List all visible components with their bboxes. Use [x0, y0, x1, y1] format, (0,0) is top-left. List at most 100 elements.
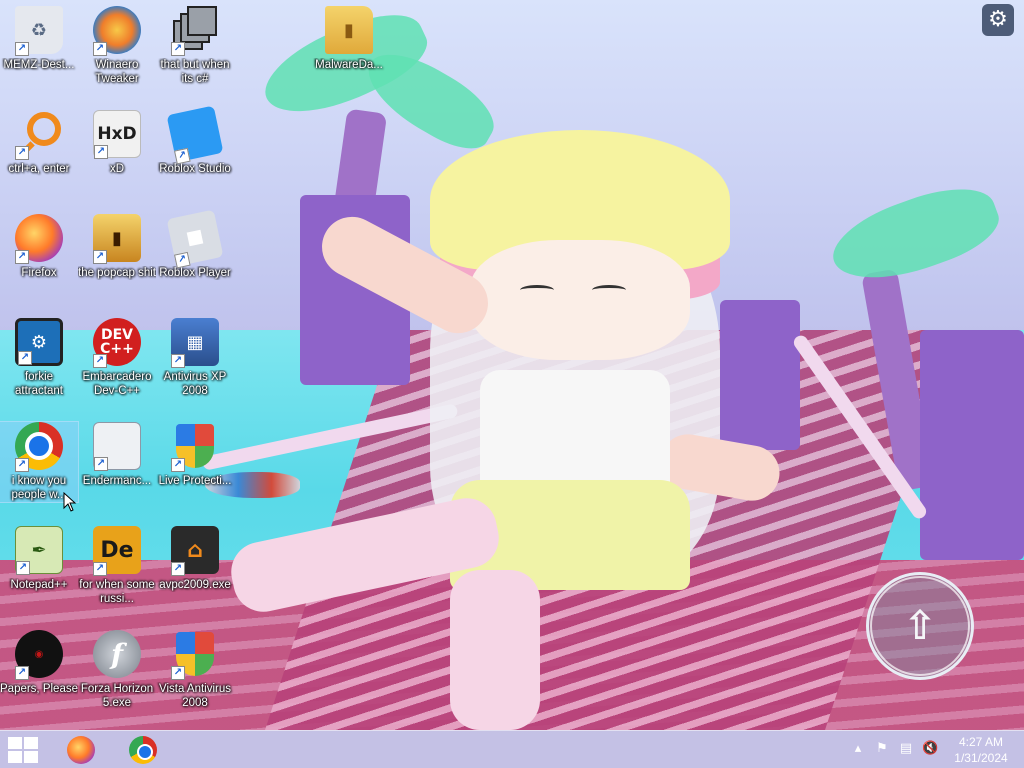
- desktop-icon-label: Antivirus XP 2008: [163, 371, 227, 397]
- chrome-icon: ↗: [15, 422, 63, 472]
- shortcut-arrow-icon: ↗: [94, 145, 108, 159]
- gear-icon: ⚙: [988, 7, 1008, 32]
- folder-icon: ▮ ↗: [93, 214, 141, 264]
- desktop-icon-notepad-plus-plus[interactable]: ✒ ↗ Notepad++: [0, 526, 78, 592]
- shield-icon: ↗: [171, 422, 219, 472]
- wallpaper-post: [920, 330, 1024, 560]
- roblox-player-icon: ↗: [166, 209, 224, 269]
- desktop-icon-label: xD: [109, 163, 125, 175]
- taskbar-chrome[interactable]: [125, 734, 161, 766]
- shortcut-arrow-icon: ↗: [93, 250, 107, 264]
- desktop-icon-i-know-you-people[interactable]: ↗ i know you people w...: [0, 421, 79, 503]
- shortcut-arrow-icon: ↗: [174, 147, 191, 165]
- desktop-icon-endermanch[interactable]: ↗ Endermanc...: [78, 422, 156, 488]
- action-center-flag-icon[interactable]: ⚑: [874, 741, 890, 757]
- desktop-icon-roblox-studio[interactable]: ↗ Roblox Studio: [156, 105, 234, 176]
- desktop-icon-malwaredatabase[interactable]: ▮ MalwareDa...: [310, 6, 388, 72]
- desktop-icon-live-protection[interactable]: ↗ Live Protecti...: [156, 422, 234, 488]
- firefox-icon: ↗: [15, 214, 63, 264]
- desktop-icon-memz-destructive[interactable]: ♻ ↗ MEMZ-Dest...: [0, 6, 78, 72]
- desktop-icon-label: avpc2009.exe: [159, 579, 231, 591]
- desktop-icon-forza-horizon-5[interactable]: f Forza Horizon 5.exe: [78, 630, 156, 710]
- roblox-studio-icon: ↗: [166, 105, 224, 165]
- desktop-icon-papers-please[interactable]: ◉ ↗ Papers, Please: [0, 630, 78, 696]
- desktop-icon-label: that but when its c#: [160, 59, 230, 85]
- antivirus-xp-icon: ▦ ↗: [171, 318, 219, 368]
- desktop-icon-label: for when some russi...: [79, 579, 155, 605]
- shield-icon: ↗: [171, 630, 219, 680]
- start-button[interactable]: [8, 737, 38, 763]
- shortcut-arrow-icon: ↗: [171, 42, 185, 56]
- wallpaper-character-eye: [592, 285, 626, 295]
- shortcut-arrow-icon: ↗: [93, 42, 107, 56]
- papers-please-icon: ◉ ↗: [15, 630, 63, 680]
- desktop-icon-winaero-tweaker[interactable]: ↗ Winaero Tweaker: [78, 6, 156, 86]
- desktop-icon-avpc2009[interactable]: ⌂ ↗ avpc2009.exe: [156, 526, 234, 592]
- shortcut-arrow-icon: ↗: [171, 354, 185, 368]
- flash-glyph: f: [110, 637, 124, 671]
- notepadpp-icon: ✒ ↗: [15, 526, 63, 575]
- shortcut-arrow-icon: ↗: [174, 251, 191, 269]
- desktop-icon-embarcadero-dev-cpp[interactable]: DEV C++ ↗ Embarcadero Dev-C++: [78, 318, 156, 398]
- taskbar-clock[interactable]: 4:27 AM 1/31/2024: [948, 734, 1014, 766]
- desktop-icon-label: forkie attractant: [15, 371, 63, 397]
- shortcut-arrow-icon: ↗: [15, 458, 29, 472]
- chrome-icon: [129, 736, 157, 764]
- clock-date: 1/31/2024: [954, 751, 1008, 765]
- shortcut-arrow-icon: ↗: [171, 666, 185, 680]
- desktop-icon-label: MEMZ-Dest...: [3, 59, 75, 71]
- recycle-bin-icon: ♻ ↗: [15, 6, 63, 56]
- desktop-icon-label: Roblox Player: [159, 267, 231, 279]
- desktop-icon-forkie-attractant[interactable]: ⚙ ↗ forkie attractant: [0, 318, 78, 398]
- shortcut-arrow-icon: ↗: [171, 562, 185, 576]
- desktop-icon-that-but-when-its-csharp[interactable]: ↗ that but when its c#: [156, 6, 234, 86]
- shortcut-arrow-icon: ↗: [18, 351, 32, 365]
- windows-logo-icon: [24, 737, 38, 749]
- clock-time: 4:27 AM: [958, 735, 1004, 749]
- shortcut-arrow-icon: ↗: [171, 458, 185, 472]
- hxd-glyph: HxD: [97, 124, 137, 144]
- shortcut-arrow-icon: ↗: [16, 561, 30, 575]
- desktop-icon-firefox[interactable]: ↗ Firefox: [0, 214, 78, 280]
- volume-muted-icon[interactable]: 🔇: [922, 741, 938, 757]
- devcpp-glyph: DEV C++: [100, 327, 134, 357]
- desktop-icon-for-when-some-russian[interactable]: De ↗ for when some russi...: [78, 526, 156, 606]
- desktop-icon-antivirus-xp-2008[interactable]: ▦ ↗ Antivirus XP 2008: [156, 318, 234, 398]
- desktop-icon-label: Vista Antivirus 2008: [158, 683, 231, 709]
- firefox-icon: [67, 736, 95, 764]
- shortcut-arrow-icon: ↗: [15, 42, 29, 56]
- shortcut-arrow-icon: ↗: [15, 666, 29, 680]
- desktop-icon-label: Notepad++: [10, 579, 68, 591]
- magnifier-icon: ↗: [15, 110, 63, 160]
- settings-button[interactable]: ⚙: [982, 4, 1014, 36]
- shortcut-arrow-icon: ↗: [15, 250, 29, 264]
- jump-button[interactable]: ⇧: [866, 572, 974, 680]
- wallpaper-character-eye: [520, 285, 554, 295]
- shortcut-arrow-icon: ↗: [94, 457, 108, 471]
- desktop-icon-label: Roblox Studio: [159, 163, 231, 175]
- chevron-up-icon: ▴: [854, 741, 862, 756]
- windows-logo-icon: [8, 751, 22, 763]
- desktop-icon-ctrl-a-enter[interactable]: ↗ ctrl+a, enter: [0, 110, 78, 176]
- desktop-icon-xd[interactable]: HxD ↗ xD: [78, 110, 156, 176]
- desktop-icon-label: Firefox: [21, 267, 57, 279]
- shortcut-arrow-icon: ↗: [93, 562, 107, 576]
- desktop-icon-vista-antivirus-2008[interactable]: ↗ Vista Antivirus 2008: [156, 630, 234, 710]
- folder-icon: ▮: [325, 6, 373, 54]
- desktop-icon-the-popcap-shit[interactable]: ▮ ↗ the popcap shit: [78, 214, 156, 280]
- window-icon: ↗: [93, 422, 141, 471]
- avpc-icon: ⌂ ↗: [171, 526, 219, 576]
- desktop-icon-roblox-player[interactable]: ↗ Roblox Player: [156, 209, 234, 280]
- windows-logo-icon: [24, 751, 38, 763]
- de-glyph: De: [100, 537, 134, 563]
- up-arrow-icon: ⇧: [903, 603, 937, 649]
- winaero-icon: ↗: [93, 6, 141, 56]
- shortcut-arrow-icon: ↗: [15, 146, 29, 160]
- wallpaper-post: [720, 300, 800, 450]
- network-icon[interactable]: ▤: [898, 741, 914, 757]
- desktop-icon-label: Forza Horizon 5.exe: [80, 683, 154, 709]
- show-hidden-icons-button[interactable]: ▴: [850, 741, 866, 757]
- desktop-icon-label: MalwareDa...: [315, 59, 383, 71]
- desktop-icon-label: ctrl+a, enter: [8, 163, 70, 175]
- taskbar-firefox[interactable]: [63, 734, 99, 766]
